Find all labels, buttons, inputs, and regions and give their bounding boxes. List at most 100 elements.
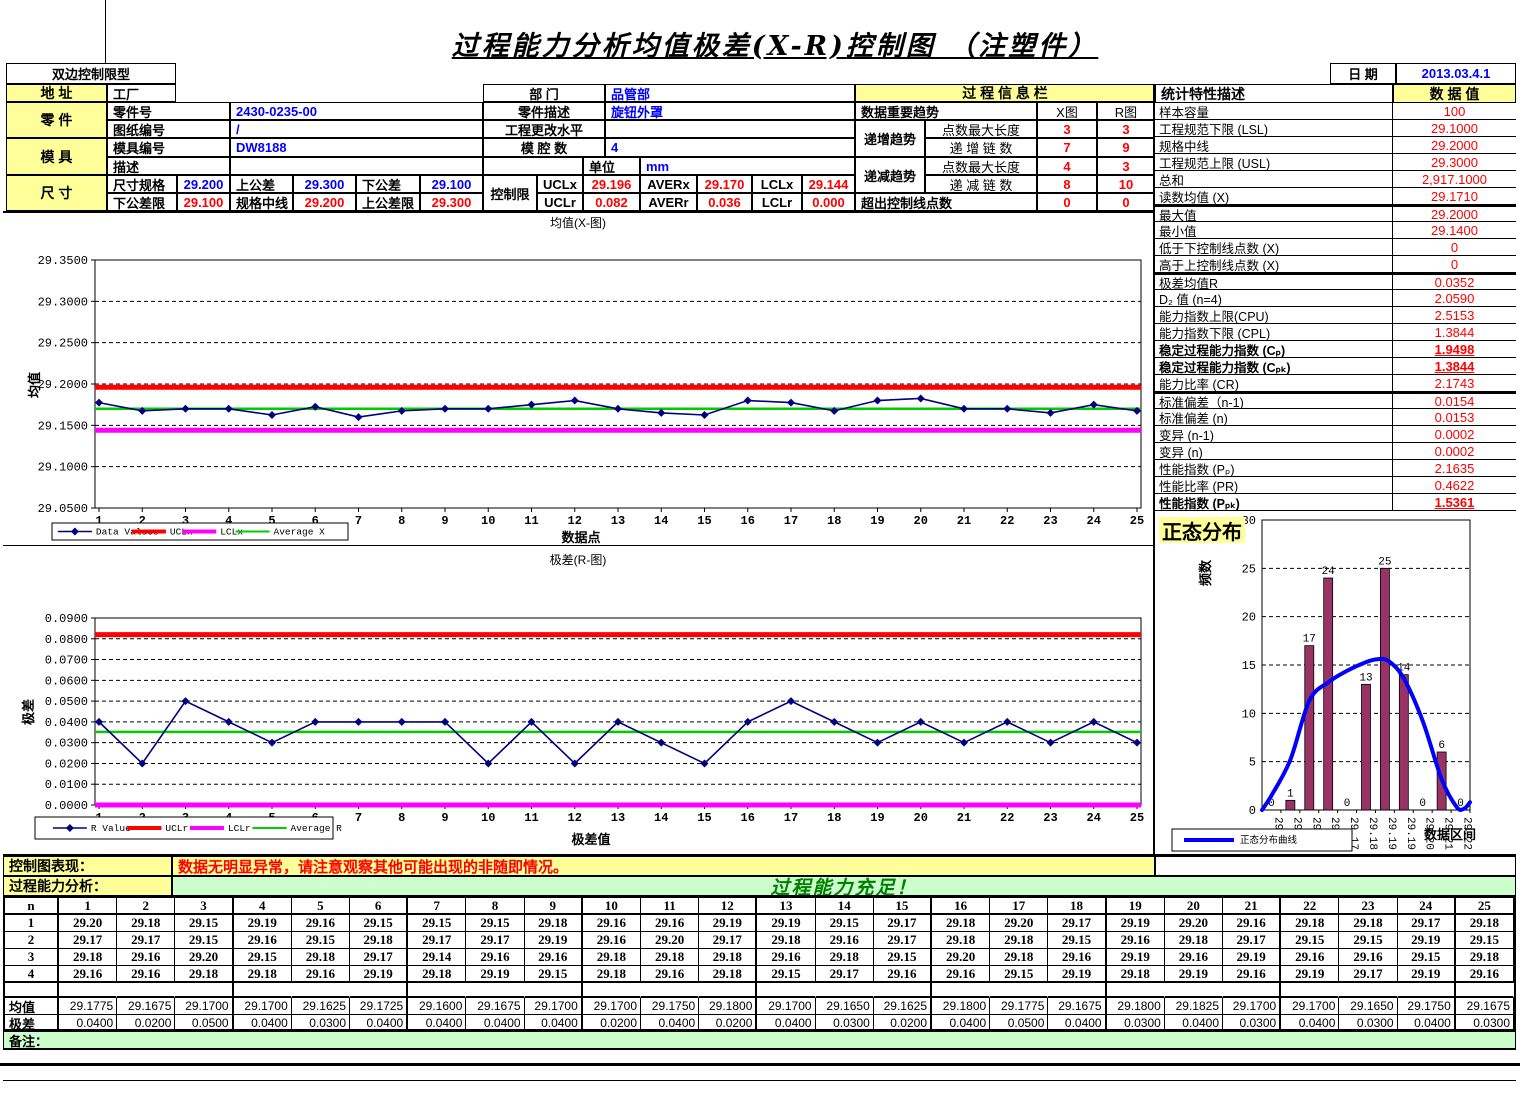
table-cell[interactable]: 29.18 [699, 949, 757, 966]
statistic-value[interactable]: 1.5361 [1393, 494, 1516, 510]
dec-chain-r[interactable]: 10 [1097, 175, 1155, 193]
statistic-value[interactable]: 0.0002 [1393, 443, 1516, 459]
table-cell[interactable]: 29.17 [1339, 966, 1397, 983]
statistic-value[interactable]: 2.1635 [1393, 460, 1516, 476]
table-cell[interactable]: 29.16 [1165, 949, 1223, 966]
inc-chain-r[interactable]: 9 [1097, 138, 1155, 157]
averr-value[interactable]: 0.036 [697, 193, 752, 211]
table-mean-value[interactable]: 29.1675 [466, 998, 524, 1015]
table-cell[interactable]: 29.16 [59, 966, 117, 983]
table-cell[interactable]: 29.18 [990, 949, 1048, 966]
lclx-value[interactable]: 29.144 [802, 175, 855, 193]
averx-value[interactable]: 29.170 [697, 175, 752, 193]
table-cell[interactable]: 29.17 [117, 932, 175, 949]
table-cell[interactable]: 29.19 [466, 966, 524, 983]
table-cell[interactable]: 29.14 [408, 949, 466, 966]
statistic-value[interactable]: 29.2000 [1393, 137, 1516, 153]
table-cell[interactable]: 29.20 [59, 915, 117, 932]
mid-line-value[interactable]: 29.200 [293, 193, 356, 211]
table-cell[interactable]: 29.15 [408, 915, 466, 932]
table-cell[interactable]: 29.16 [583, 915, 641, 932]
inc-max-length-r[interactable]: 3 [1097, 120, 1155, 138]
table-cell[interactable]: 29.20 [990, 915, 1048, 932]
table-mean-value[interactable]: 29.1625 [292, 998, 350, 1015]
table-cell[interactable]: 29.18 [932, 932, 990, 949]
table-cell[interactable]: 29.19 [1398, 932, 1456, 949]
table-cell[interactable]: 29.18 [292, 949, 350, 966]
unit-value[interactable]: mm [640, 157, 855, 175]
table-mean-value[interactable]: 29.1650 [816, 998, 874, 1015]
table-cell[interactable]: 29.15 [1339, 932, 1397, 949]
table-cell[interactable]: 29.16 [466, 949, 524, 966]
dec-max-length-x[interactable]: 4 [1037, 157, 1097, 175]
table-cell[interactable]: 29.18 [1165, 932, 1223, 949]
table-mean-value[interactable]: 29.1600 [408, 998, 466, 1015]
table-cell[interactable]: 29.16 [117, 966, 175, 983]
table-mean-value[interactable]: 29.1675 [117, 998, 175, 1015]
upper-tol-value[interactable]: 29.300 [293, 175, 356, 193]
lower-lim-value[interactable]: 29.100 [177, 193, 230, 211]
table-cell[interactable]: 29.15 [234, 949, 292, 966]
table-cell[interactable]: 29.17 [816, 966, 874, 983]
table-cell[interactable]: 29.18 [1281, 915, 1339, 932]
table-cell[interactable]: 29.19 [1107, 949, 1165, 966]
table-cell[interactable]: 29.16 [1223, 915, 1281, 932]
table-cell[interactable]: 29.19 [1223, 949, 1281, 966]
table-mean-value[interactable]: 29.1700 [757, 998, 815, 1015]
table-cell[interactable]: 29.18 [641, 949, 699, 966]
table-cell[interactable]: 29.15 [1456, 932, 1514, 949]
cavity-value[interactable]: 4 [605, 138, 855, 157]
statistic-value[interactable]: 0.0352 [1393, 275, 1516, 289]
table-cell[interactable]: 29.18 [350, 932, 408, 949]
table-cell[interactable]: 29.15 [1048, 932, 1106, 949]
statistic-value[interactable]: 100 [1393, 103, 1516, 119]
inc-max-length-x[interactable]: 3 [1037, 120, 1097, 138]
table-cell[interactable]: 29.19 [1107, 915, 1165, 932]
table-cell[interactable]: 29.15 [874, 949, 932, 966]
dec-max-length-r[interactable]: 3 [1097, 157, 1155, 175]
statistic-value[interactable]: 0.0154 [1393, 394, 1516, 408]
statistic-value[interactable]: 1.9498 [1393, 341, 1516, 357]
statistic-value[interactable]: 0.0153 [1393, 409, 1516, 425]
table-cell[interactable]: 29.16 [641, 915, 699, 932]
table-cell[interactable]: 29.19 [1048, 966, 1106, 983]
table-cell[interactable]: 29.15 [175, 932, 233, 949]
table-cell[interactable]: 29.16 [757, 949, 815, 966]
table-cell[interactable]: 29.15 [525, 966, 583, 983]
table-cell[interactable]: 29.16 [816, 932, 874, 949]
table-cell[interactable]: 29.16 [525, 949, 583, 966]
table-mean-value[interactable]: 29.1625 [874, 998, 932, 1015]
table-cell[interactable]: 29.17 [1223, 932, 1281, 949]
table-cell[interactable]: 29.17 [699, 932, 757, 949]
table-mean-value[interactable]: 29.1800 [699, 998, 757, 1015]
table-cell[interactable]: 29.17 [874, 915, 932, 932]
uclr-value[interactable]: 0.082 [583, 193, 640, 211]
table-mean-value[interactable]: 29.1775 [59, 998, 117, 1015]
table-cell[interactable]: 29.18 [234, 966, 292, 983]
table-cell[interactable]: 29.15 [350, 915, 408, 932]
table-mean-value[interactable]: 29.1775 [990, 998, 1048, 1015]
date-value[interactable]: 2013.03.4.1 [1396, 63, 1516, 84]
table-cell[interactable]: 29.19 [234, 915, 292, 932]
table-cell[interactable]: 29.17 [408, 932, 466, 949]
table-cell[interactable]: 29.18 [1456, 949, 1514, 966]
table-cell[interactable]: 29.16 [1107, 932, 1165, 949]
statistic-value[interactable]: 29.2000 [1393, 207, 1516, 221]
drawing-no-value[interactable]: / [230, 120, 483, 138]
table-cell[interactable]: 29.18 [757, 932, 815, 949]
table-mean-value[interactable]: 29.1675 [1048, 998, 1106, 1015]
statistic-value[interactable]: 0 [1393, 256, 1516, 272]
table-cell[interactable]: 29.18 [990, 932, 1048, 949]
statistic-value[interactable]: 29.1000 [1393, 120, 1516, 136]
table-cell[interactable]: 29.18 [583, 966, 641, 983]
table-cell[interactable]: 29.15 [816, 915, 874, 932]
table-mean-value[interactable]: 29.1700 [234, 998, 292, 1015]
statistic-value[interactable]: 0 [1393, 239, 1516, 255]
lower-tol-value[interactable]: 29.100 [420, 175, 483, 193]
table-mean-value[interactable]: 29.1700 [175, 998, 233, 1015]
table-cell[interactable]: 29.16 [583, 932, 641, 949]
table-mean-value[interactable]: 29.1750 [641, 998, 699, 1015]
table-cell[interactable]: 29.19 [1398, 966, 1456, 983]
table-cell[interactable]: 29.16 [117, 949, 175, 966]
dec-chain-x[interactable]: 8 [1037, 175, 1097, 193]
